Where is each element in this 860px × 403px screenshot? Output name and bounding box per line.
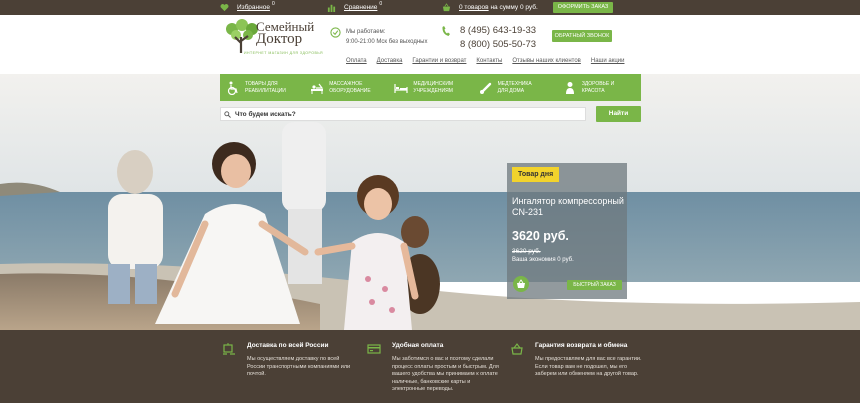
nav-delivery[interactable]: Доставка <box>377 58 403 64</box>
top-bar: Избранное 0 Сравнение 0 0 товаров на сум… <box>0 0 860 15</box>
cart-items: 0 товаров <box>459 4 489 11</box>
feature-desc: Мы осуществляем доставку по всей России … <box>247 356 351 377</box>
heart-icon <box>220 4 229 12</box>
deal-savings: Ваша экономия 0 руб. <box>512 257 574 263</box>
nav-payment[interactable]: Оплата <box>346 58 367 64</box>
search-input[interactable] <box>220 107 586 121</box>
hours-line1: Мы работаем: <box>346 29 386 35</box>
massage-icon <box>311 83 324 94</box>
header: Семейный Доктор ИНТЕРНЕТ МАГАЗИН ДЛЯ ЗДО… <box>0 15 860 73</box>
favorites-count: 0 <box>271 0 275 7</box>
cart-icon <box>517 279 525 288</box>
feature-desc: Мы заботимся о вас и поэтому сделали про… <box>392 356 499 392</box>
category-massage[interactable]: Массажное оборудование <box>304 74 388 101</box>
category-home-medtech[interactable]: Медтехника для дома <box>473 74 557 101</box>
deal-price: 3620 руб. <box>512 229 569 243</box>
clock-icon <box>330 27 341 38</box>
hours-line2: 9:00-21:00 Мск без выходных <box>346 39 428 45</box>
payment-icon <box>367 344 381 354</box>
compare-label: Сравнение <box>344 4 378 11</box>
search-button[interactable]: Найти <box>596 106 641 122</box>
feature-title: Удобная оплата <box>392 342 444 349</box>
feature-title: Гарантия возврата и обмена <box>535 342 628 349</box>
search-icon <box>224 111 231 118</box>
phone-icon <box>442 26 450 36</box>
phone-1[interactable]: 8 (495) 643-19-33 <box>460 25 536 36</box>
nav-guarantees[interactable]: Гарантии и возврат <box>412 58 466 64</box>
cart-summary[interactable]: 0 товаров на сумму 0 руб. <box>442 3 538 12</box>
basket-icon <box>442 3 451 12</box>
favorites-label: Избранное <box>237 4 270 11</box>
bar-chart-icon <box>327 4 336 12</box>
callback-button[interactable]: ОБРАТНЫЙ ЗВОНОК <box>552 30 612 42</box>
favorites-link[interactable]: Избранное 0 <box>220 0 275 12</box>
nav-contacts[interactable]: Контакты <box>476 58 502 64</box>
basket-icon <box>511 343 523 355</box>
category-health-beauty[interactable]: Здоровье и красота <box>557 74 641 101</box>
category-menu: Товары для реабилитации Массажное оборудов… <box>220 74 641 101</box>
nav-reviews[interactable]: Отзывы наших клиентов <box>512 58 581 64</box>
category-label-line2: учреждениям <box>413 87 453 94</box>
logo-line2: Доктор <box>256 31 303 47</box>
delivery-icon <box>223 343 235 355</box>
person-icon <box>565 81 574 94</box>
feature-title: Доставка по всей России <box>247 342 329 349</box>
deal-badge: Товар дня <box>512 167 560 182</box>
nav-promotions[interactable]: Наши акции <box>591 58 625 64</box>
category-label-line2: оборудование <box>329 87 371 94</box>
category-label-line1: Медицинским <box>413 81 454 87</box>
category-label-line2: реабилитации <box>245 87 286 94</box>
cart-sum: на сумму 0 руб. <box>490 4 538 11</box>
hospital-bed-icon <box>394 83 409 93</box>
checkout-button[interactable]: ОФОРМИТЬ ЗАКАЗ <box>553 2 613 13</box>
info-nav: Оплата Доставка Гарантии и возврат Конта… <box>346 58 624 64</box>
compare-count: 0 <box>379 0 383 7</box>
add-to-cart-button[interactable] <box>513 276 529 292</box>
wheelchair-icon <box>227 81 238 95</box>
quick-order-button[interactable]: БЫСТРЫЙ ЗАКАЗ <box>567 280 622 290</box>
deal-product-name[interactable]: Ингалятор компрессорный CN-231 <box>512 196 624 218</box>
thermometer-icon <box>479 82 491 94</box>
logo-tagline: ИНТЕРНЕТ МАГАЗИН ДЛЯ ЗДОРОВЬЯ <box>244 51 324 55</box>
deal-of-the-day: Товар дня Ингалятор компрессорный CN-231… <box>507 163 627 299</box>
category-label-line2: красота <box>581 87 605 94</box>
features-strip: Доставка по всей России Мы осуществляем … <box>0 330 860 403</box>
search-bar: Найти <box>220 105 641 123</box>
feature-desc: Мы предоставляем для вас все гарантии. Е… <box>535 356 642 377</box>
category-label-line1: Медтехника <box>497 81 532 87</box>
phone-2[interactable]: 8 (800) 505-50-73 <box>460 39 536 50</box>
category-medical-institutions[interactable]: Медицинским учреждениям <box>388 74 472 101</box>
category-label-line2: для дома <box>497 87 525 94</box>
logo-text: Семейный Доктор <box>256 20 314 47</box>
deal-old-price: 3620 руб. <box>512 248 541 255</box>
compare-link[interactable]: Сравнение 0 <box>327 0 383 12</box>
category-rehabilitation[interactable]: Товары для реабилитации <box>220 74 304 101</box>
category-label-line1: Здоровье и <box>581 81 615 87</box>
